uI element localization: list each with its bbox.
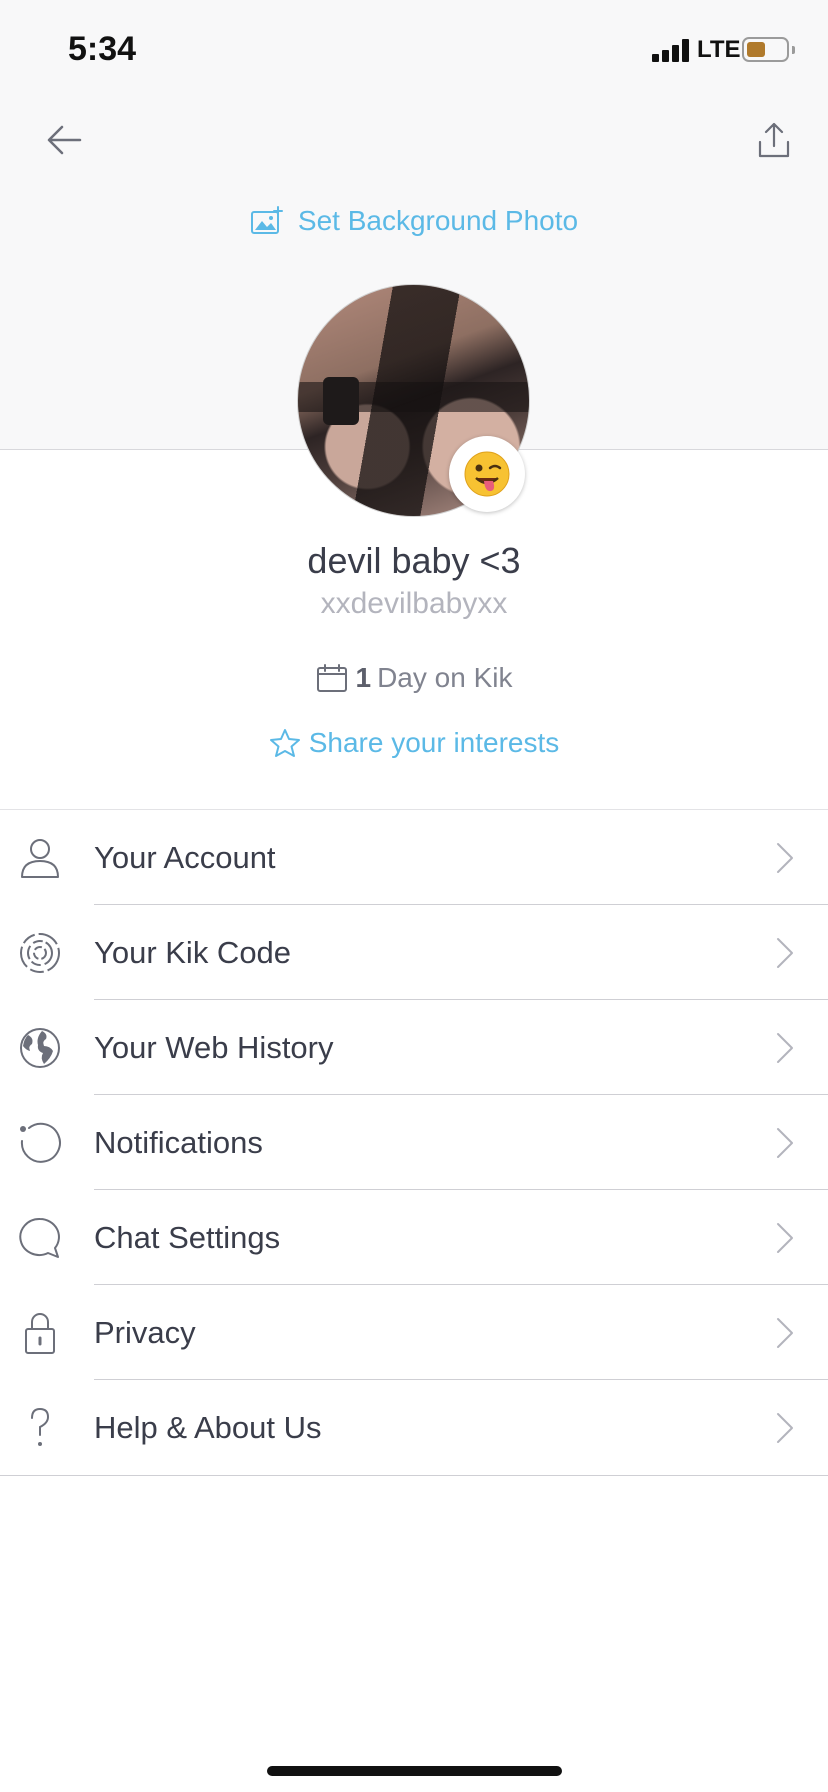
days-count: 1 [355, 662, 372, 693]
menu-item-privacy[interactable]: Privacy [0, 1285, 828, 1380]
chevron-right-icon [777, 1413, 793, 1443]
person-icon [21, 839, 59, 878]
notification-icon [20, 1122, 61, 1163]
menu-item-chat-settings[interactable]: Chat Settings [0, 1190, 828, 1285]
menu-item-label: Your Account [94, 840, 276, 875]
menu-item-your-web-history[interactable]: Your Web History [0, 1000, 828, 1095]
menu-item-label: Your Web History [94, 1030, 334, 1065]
home-indicator[interactable] [267, 1766, 562, 1776]
back-button[interactable] [44, 120, 84, 160]
globe-icon [20, 1028, 60, 1068]
share-interests-button[interactable]: Share your interests [0, 722, 828, 764]
chevron-right-icon [777, 1318, 793, 1348]
chevron-right-icon [777, 938, 793, 968]
arrow-left-icon [47, 125, 82, 155]
winking-tongue-emoji-icon[interactable] [449, 436, 525, 512]
status-time: 5:34 [68, 30, 137, 68]
menu-item-notifications[interactable]: Notifications [0, 1095, 828, 1190]
chevron-right-icon [777, 843, 793, 873]
menu-item-your-kik-code[interactable]: Your Kik Code [0, 905, 828, 1000]
set-background-photo-label: Set Background Photo [297, 205, 579, 236]
menu-item-label: Chat Settings [94, 1220, 281, 1255]
chat-bubble-icon [19, 1217, 60, 1258]
add-photo-icon [250, 206, 283, 234]
menu-item-label: Notifications [94, 1125, 263, 1160]
network-type: LTE [697, 36, 741, 63]
chevron-right-icon [777, 1128, 793, 1158]
days-on-kik: 1 Day on Kik [0, 658, 828, 698]
username: xxdevilbabyxx [320, 587, 508, 620]
question-icon [31, 1407, 50, 1446]
menu-item-your-account[interactable]: Your Account [0, 810, 828, 905]
share-icon [758, 122, 790, 158]
menu-item-label: Your Kik Code [94, 935, 292, 970]
battery-nub [792, 46, 795, 54]
battery-icon [742, 37, 789, 62]
kik-code-icon [20, 933, 60, 973]
avatar-photo-detail [323, 377, 359, 425]
signal-icon [652, 38, 690, 62]
battery-level [747, 42, 765, 57]
menu-item-label: Privacy [94, 1315, 196, 1350]
settings-menu: Your Account Your Kik Code Your Web Hist… [0, 809, 828, 1476]
status-bar: 5:34 LTE [0, 0, 828, 100]
chevron-right-icon [777, 1033, 793, 1063]
star-icon [269, 729, 300, 757]
profile-screen: 5:34 LTE Set Background Photo devil baby… [0, 0, 828, 1792]
days-label: Day on Kik [377, 662, 513, 693]
display-name: devil baby <3 [307, 540, 521, 581]
share-interests-label: Share your interests [308, 727, 560, 758]
share-button[interactable] [756, 120, 792, 160]
lock-icon [25, 1313, 55, 1354]
chevron-right-icon [777, 1223, 793, 1253]
calendar-icon [316, 664, 347, 692]
emoji-face-icon [464, 451, 510, 497]
set-background-photo-button[interactable]: Set Background Photo [0, 200, 828, 242]
menu-item-label: Help & About Us [94, 1410, 322, 1445]
menu-item-help-about-us[interactable]: Help & About Us [0, 1380, 828, 1475]
